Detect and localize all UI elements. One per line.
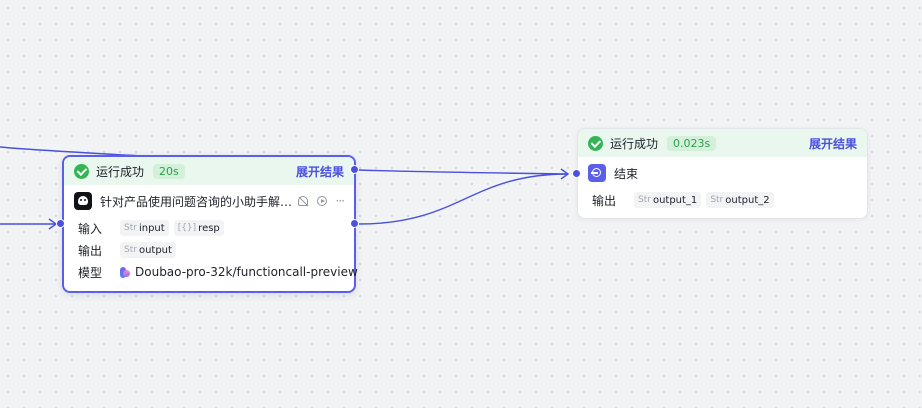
input-tag: Str input	[120, 220, 169, 236]
inputs-row: 输入 Str input [{}] resp	[64, 217, 354, 239]
bell-off-icon[interactable]	[297, 196, 308, 206]
end-icon	[588, 164, 606, 182]
type-label: Str	[124, 245, 137, 255]
llm-node[interactable]: 运行成功 20s 展开结果 针对产品使用问题咨询的小助手解… ··· 输入 St…	[62, 155, 358, 293]
more-icon[interactable]: ···	[336, 195, 346, 207]
output-tag: Str output_1	[634, 192, 702, 208]
input-tag: [{}] resp	[173, 220, 224, 236]
type-label: Str	[124, 223, 137, 233]
param-name: resp	[198, 222, 220, 234]
expand-result-button[interactable]: 展开结果	[809, 135, 857, 152]
outputs-row: 输出 Str output_1 Str output_2	[578, 189, 867, 211]
param-name: output_2	[725, 194, 770, 206]
play-icon[interactable]	[316, 196, 327, 206]
doubao-logo-icon	[120, 266, 130, 278]
param-name: output	[138, 244, 172, 256]
edge-llm-output-to-end[interactable]	[358, 173, 569, 225]
node-toolbar: ···	[297, 195, 346, 207]
check-circle-icon	[588, 135, 603, 151]
type-label: [{}]	[177, 223, 197, 233]
output-tag: Str output	[120, 242, 176, 258]
outputs-row: 输出 Str output	[64, 239, 354, 261]
run-status-text: 运行成功	[96, 164, 145, 179]
model-name: Doubao-pro-32k/functioncall-preview	[135, 265, 358, 279]
duration-badge: 0.023s	[667, 135, 717, 151]
llm-input-port[interactable]	[350, 165, 359, 174]
model-label: 模型	[78, 265, 103, 280]
expand-result-button[interactable]: 展开结果	[296, 163, 344, 180]
param-name: input	[138, 222, 165, 234]
edge-llm-top-to-end[interactable]	[355, 169, 569, 175]
end-node[interactable]: 运行成功 0.023s 展开结果 结束 输出 Str output_1 Str …	[577, 128, 868, 219]
llm-node-status-bar: 运行成功 20s 展开结果	[64, 157, 354, 185]
llm-node-header: 针对产品使用问题咨询的小助手解… ···	[64, 185, 354, 217]
duration-badge: 20s	[153, 163, 185, 179]
run-status-text: 运行成功	[610, 136, 659, 151]
workflow-canvas[interactable]: 运行成功 20s 展开结果 针对产品使用问题咨询的小助手解… ··· 输入 St…	[0, 0, 922, 408]
outputs-label: 输出	[592, 193, 617, 208]
llm-output-port[interactable]	[350, 219, 359, 228]
type-label: Str	[710, 195, 724, 205]
param-name: output_1	[652, 194, 698, 206]
check-circle-icon	[74, 163, 89, 179]
node-title[interactable]: 结束	[614, 165, 638, 182]
end-node-header: 结束	[578, 157, 867, 189]
end-input-port[interactable]	[572, 169, 581, 178]
inputs-label: 输入	[78, 221, 103, 236]
outputs-label: 输出	[78, 243, 103, 258]
llm-robot-icon	[74, 192, 92, 210]
llm-input-port-left[interactable]	[56, 219, 65, 228]
node-title[interactable]: 针对产品使用问题咨询的小助手解…	[100, 193, 292, 210]
model-row: 模型 Doubao-pro-32k/functioncall-preview	[64, 261, 358, 283]
type-label: Str	[638, 195, 651, 205]
end-node-status-bar: 运行成功 0.023s 展开结果	[578, 129, 867, 157]
output-tag: Str output_2	[706, 192, 774, 208]
